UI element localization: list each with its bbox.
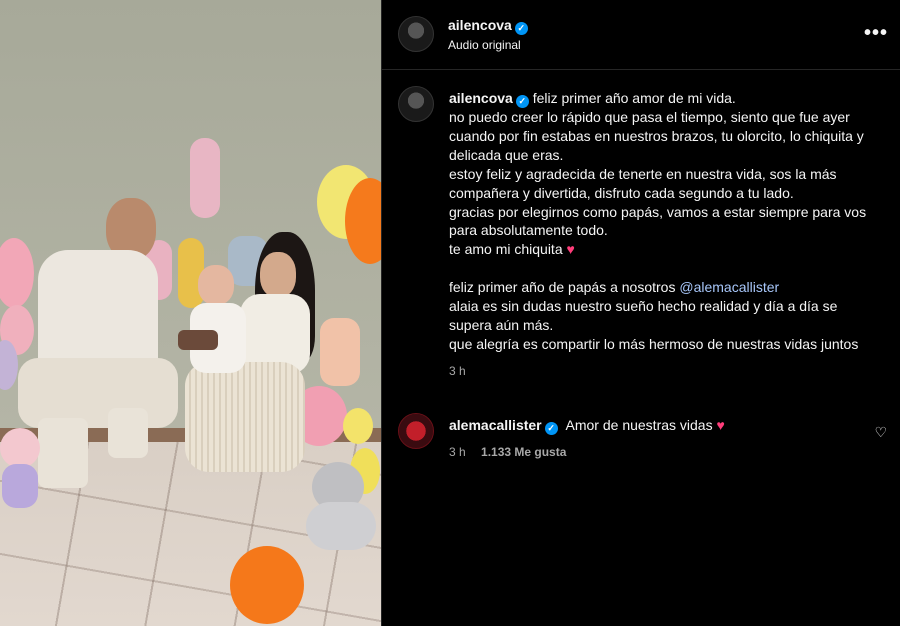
balloon-number-one	[190, 138, 220, 218]
caption-username[interactable]: ailencova	[449, 90, 513, 106]
caption-line-4: gracias por elegirnos como papás, vamos …	[449, 203, 867, 239]
author-username[interactable]: ailencova	[448, 17, 512, 33]
caption-line-3: estoy feliz y agradecida de tenerte en n…	[449, 165, 837, 201]
author-avatar[interactable]	[398, 16, 434, 52]
heart-icon: ♥	[566, 241, 575, 258]
caption-line-5: te amo mi chiquita	[449, 241, 563, 258]
toy-pig	[0, 428, 42, 512]
caption-line-2: no puedo creer lo rápido que pasa el tie…	[449, 109, 864, 163]
more-options-icon[interactable]: •••	[864, 22, 888, 45]
caption-line-6: feliz primer año de papás a nosotros	[449, 279, 676, 296]
comment-item: alemacallister ✓ Amor de nuestras vidas ♥…	[449, 417, 869, 459]
post-photo[interactable]	[0, 0, 381, 626]
comment-timestamp[interactable]: 3 h	[449, 445, 466, 459]
like-comment-icon[interactable]: ♡	[874, 424, 887, 441]
post-caption: ailencova ✓ feliz primer año amor de mi v…	[449, 89, 879, 381]
caption-line-1: feliz primer año amor de mi vida.	[532, 90, 736, 106]
baby-figure	[190, 265, 250, 375]
audio-label[interactable]: Audio original	[448, 38, 521, 52]
caption-line-7: alaia es sin dudas nuestro sueño hecho r…	[449, 298, 838, 333]
birthday-cake	[178, 330, 218, 350]
heart-icon: ♥	[716, 417, 725, 433]
comment-likes[interactable]: 1.133 Me gusta	[481, 445, 566, 459]
mention-link[interactable]: @alemacallister	[679, 279, 779, 295]
balloon-yellow-floor	[343, 408, 373, 444]
caption-timestamp[interactable]: 3 h	[449, 362, 879, 381]
caption-avatar[interactable]	[398, 86, 434, 122]
caption-line-8: que alegría es compartir lo más hermoso …	[449, 335, 859, 352]
post-header: ailencova ✓ Audio original •••	[382, 0, 900, 70]
verified-icon: ✓	[544, 422, 558, 435]
toy-elephant	[302, 462, 380, 552]
commenter-avatar[interactable]	[398, 413, 434, 449]
father-figure	[18, 198, 178, 493]
post-details-panel: ailencova ✓ Audio original ••• ailencova ✓…	[382, 0, 900, 626]
commenter-username[interactable]: alemacallister	[449, 417, 542, 433]
verified-icon: ✓	[515, 95, 529, 108]
verified-icon: ✓	[514, 22, 528, 35]
comment-text: Amor de nuestras vidas	[565, 417, 713, 433]
balloon-orange-floor	[230, 546, 304, 624]
